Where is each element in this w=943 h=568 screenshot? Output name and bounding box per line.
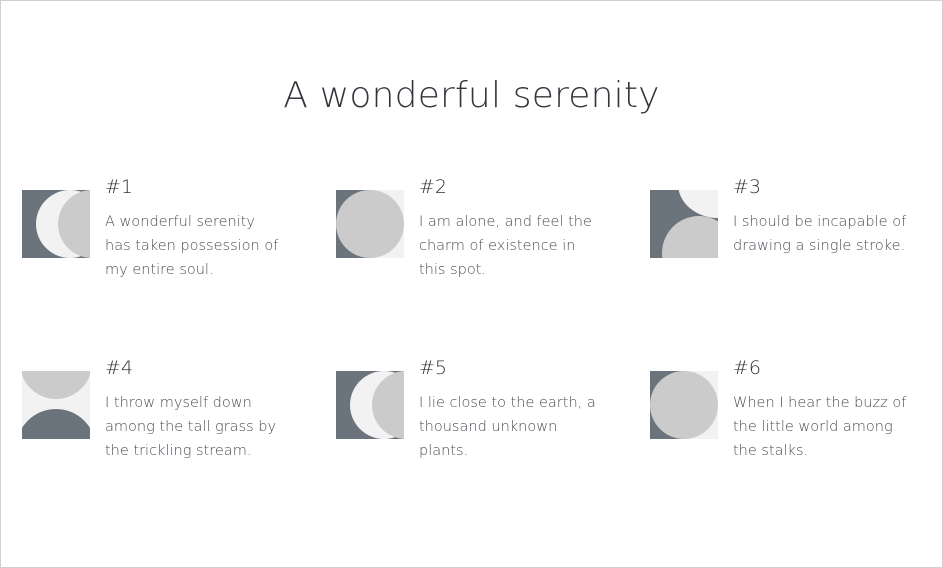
feature-description: I should be incapable of drawing a singl… <box>733 214 907 254</box>
abstract-shapes-thumbnail <box>336 371 404 439</box>
feature-description: When I hear the buzz of the little world… <box>733 395 907 459</box>
abstract-shapes-thumbnail <box>22 190 90 258</box>
feature-card-5: #5 I lie close to the earth, a thousand … <box>336 357 626 487</box>
abstract-shapes-thumbnail <box>22 371 90 439</box>
feature-card-3: #3 I should be incapable of drawing a si… <box>650 176 940 306</box>
feature-description: I throw myself down among the tall grass… <box>105 395 277 459</box>
light-circle-shape <box>678 190 718 218</box>
feature-number: #2 <box>419 176 448 198</box>
dark-half-circle-shape <box>22 409 90 439</box>
feature-description: I am alone, and feel the charm of existe… <box>419 214 592 278</box>
feature-description: I lie close to the earth, a thousand unk… <box>419 395 596 459</box>
abstract-shapes-thumbnail <box>336 190 404 258</box>
abstract-shapes-thumbnail <box>650 190 718 258</box>
feature-card-6: #6 When I hear the buzz of the little wo… <box>650 357 940 487</box>
feature-description: A wonderful serenity has taken possessio… <box>105 214 279 278</box>
abstract-shapes-thumbnail <box>650 371 718 439</box>
feature-number: #6 <box>733 357 762 379</box>
feature-card-2: #2 I am alone, and feel the charm of exi… <box>336 176 626 306</box>
page-title: A wonderful serenity <box>283 75 660 116</box>
feature-number: #1 <box>105 176 134 198</box>
mid-circle-shape <box>662 216 718 258</box>
feature-number: #5 <box>419 357 448 379</box>
feature-card-1: #1 A wonderful serenity has taken posses… <box>22 176 312 306</box>
mid-circle-shape <box>336 190 404 258</box>
mid-circle-shape <box>650 371 718 439</box>
feature-card-4: #4 I throw myself down among the tall gr… <box>22 357 312 487</box>
page: A wonderful serenity #1 A wonderful sere… <box>1 1 942 567</box>
feature-number: #3 <box>733 176 762 198</box>
feature-number: #4 <box>105 357 134 379</box>
mid-half-circle-shape <box>22 371 90 399</box>
